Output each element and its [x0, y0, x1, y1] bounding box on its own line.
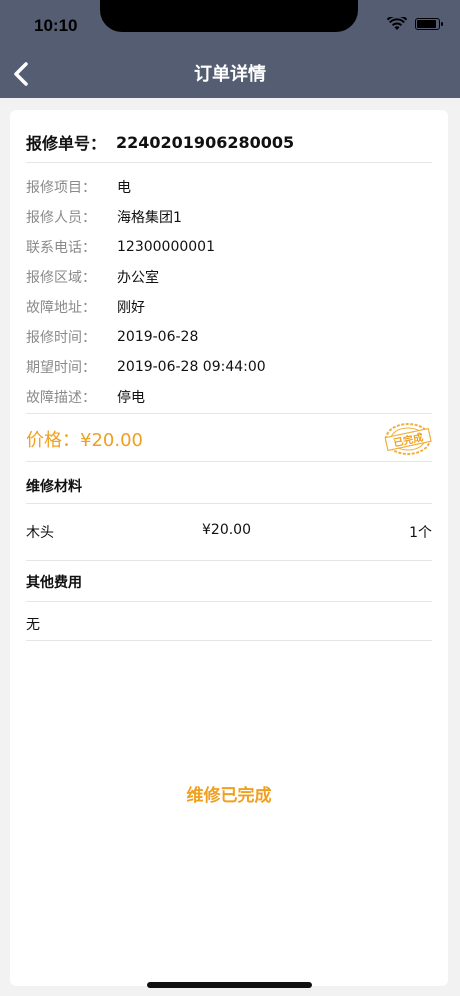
info-label: 报修区域：: [26, 270, 96, 286]
info-row-item: 报修项目： 电: [26, 172, 426, 202]
info-list: 报修项目： 电 报修人员： 海格集团1 联系电话： 12300000001 报修…: [26, 172, 426, 412]
info-label: 联系电话：: [26, 240, 96, 256]
order-number-value: 2240201906280005: [116, 132, 295, 152]
price-text: 价格：¥20.00: [26, 430, 143, 451]
material-price: ¥20.00: [202, 522, 251, 538]
nav-bar: 10:10 订单详情: [0, 0, 460, 98]
info-row-expected-time: 期望时间： 2019-06-28 09:44:00: [26, 352, 426, 382]
wifi-icon: [387, 17, 407, 30]
order-detail-card: 报修单号： 2240201906280005 报修项目： 电 报修人员： 海格集…: [10, 110, 448, 986]
divider: [26, 162, 432, 163]
status-time: 10:10: [34, 16, 78, 35]
order-number-label: 报修单号：: [26, 134, 107, 153]
info-value: 刚好: [117, 300, 145, 316]
material-row: 木头 ¥20.00 1个: [26, 522, 432, 542]
info-value: 12300000001: [117, 239, 215, 255]
info-value: 2019-06-28 09:44:00: [117, 359, 266, 375]
info-value: 2019-06-28: [117, 329, 199, 345]
material-name: 木头: [26, 525, 54, 541]
info-row-area: 报修区域： 办公室: [26, 262, 426, 292]
divider: [26, 503, 432, 504]
divider: [26, 413, 432, 414]
divider: [26, 601, 432, 602]
device-notch: [100, 0, 358, 32]
order-number-row: 报修单号： 2240201906280005: [26, 130, 294, 154]
repair-completed-button[interactable]: 维修已完成: [10, 781, 448, 806]
other-fees-title: 其他费用: [26, 575, 82, 591]
info-label: 报修人员：: [26, 210, 96, 226]
info-value: 海格集团1: [117, 210, 182, 226]
info-row-person: 报修人员： 海格集团1: [26, 202, 426, 232]
info-row-report-time: 报修时间： 2019-06-28: [26, 322, 426, 352]
info-label: 故障描述：: [26, 390, 96, 406]
materials-title: 维修材料: [26, 479, 82, 495]
info-value: 办公室: [117, 270, 159, 286]
battery-icon: [415, 18, 443, 30]
other-fees-value: 无: [26, 617, 40, 633]
status-icons: [387, 17, 443, 31]
divider: [26, 560, 432, 561]
completed-stamp: 已完成: [384, 423, 432, 455]
home-indicator[interactable]: [147, 982, 312, 988]
info-label: 报修项目：: [26, 180, 96, 196]
info-label: 期望时间：: [26, 360, 96, 376]
info-row-description: 故障描述： 停电: [26, 382, 426, 412]
divider: [26, 640, 432, 641]
page-title: 订单详情: [194, 64, 266, 85]
divider: [26, 461, 432, 462]
info-label: 报修时间：: [26, 330, 96, 346]
info-value: 停电: [117, 390, 145, 406]
material-qty: 1个: [409, 525, 432, 541]
info-label: 故障地址：: [26, 300, 96, 316]
info-value: 电: [117, 180, 131, 196]
info-row-address: 故障地址： 刚好: [26, 292, 426, 322]
info-row-phone: 联系电话： 12300000001: [26, 232, 426, 262]
